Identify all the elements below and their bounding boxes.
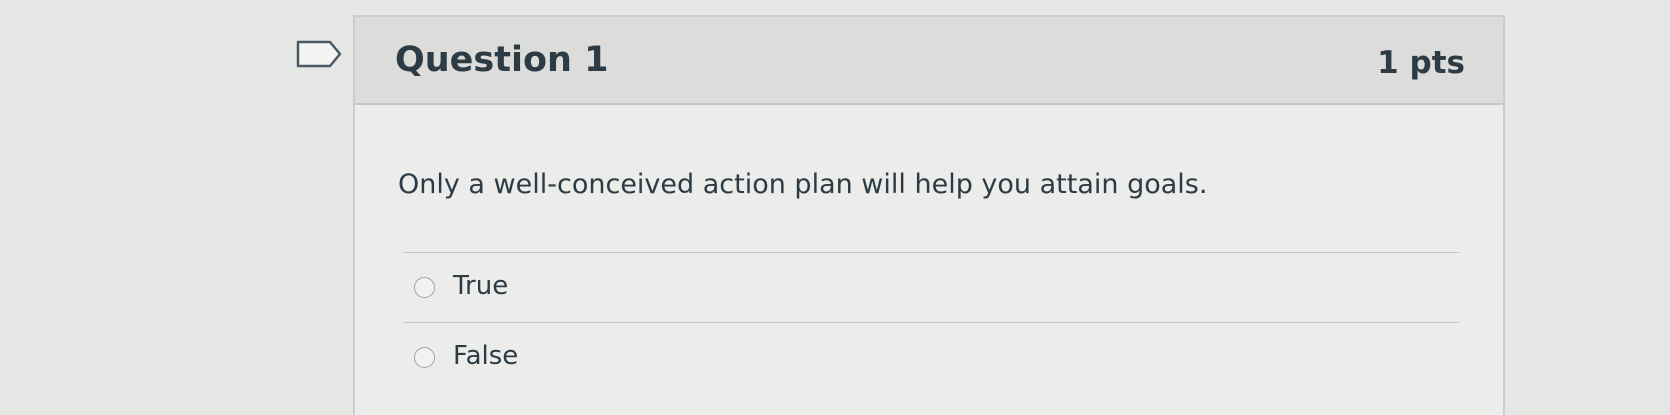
radio-button-false[interactable] [414, 347, 435, 368]
answer-label-false[interactable]: False [453, 339, 518, 373]
answer-option-false[interactable]: False [403, 322, 1459, 392]
question-header: Question 1 1 pts [355, 17, 1503, 105]
question-card: Question 1 1 pts Only a well-conceived a… [353, 15, 1505, 415]
answer-list: True False [403, 252, 1459, 392]
radio-button-true[interactable] [414, 277, 435, 298]
answer-option-true[interactable]: True [403, 252, 1459, 322]
question-text: Only a well-conceived action plan will h… [398, 169, 1208, 200]
answer-label-true[interactable]: True [453, 269, 508, 303]
question-points: 1 pts [1377, 45, 1465, 81]
flag-question-icon[interactable] [296, 40, 342, 68]
question-title: Question 1 [395, 40, 609, 80]
